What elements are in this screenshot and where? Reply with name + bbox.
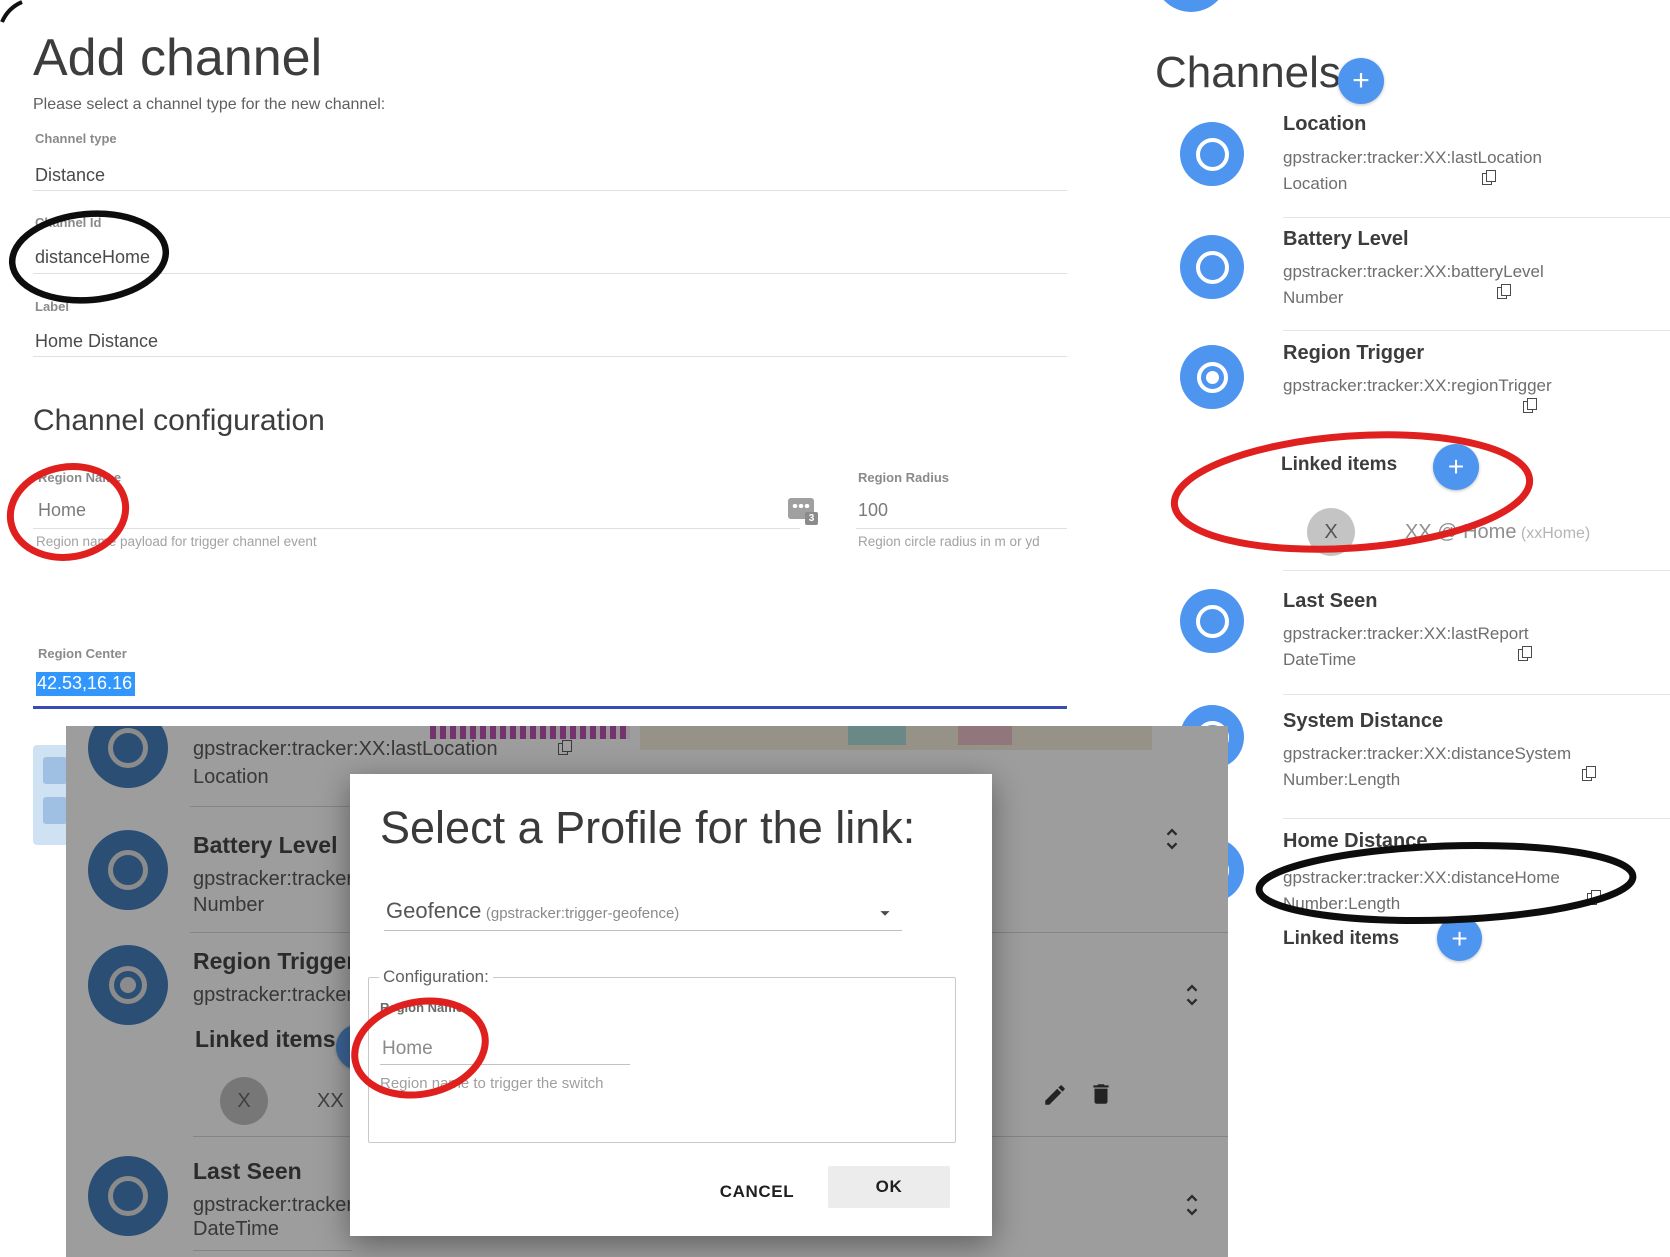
copy-icon[interactable] (1587, 890, 1600, 905)
divider (1283, 694, 1670, 695)
channels-heading: Channels (1155, 48, 1341, 98)
modal-region-name-label: Region Name (380, 1000, 463, 1015)
label-underline (33, 356, 1067, 357)
channel-uid: gpstracker:tracker:XX:distanceHome (1283, 868, 1560, 888)
add-linked-item-button[interactable]: + (1437, 916, 1482, 961)
linked-item-avatar: X (1307, 508, 1355, 556)
copy-icon[interactable] (1518, 646, 1531, 661)
dialog-title: Select a Profile for the link: (380, 802, 915, 854)
channel-configuration-heading: Channel configuration (33, 404, 325, 438)
modal-region-name-underline (380, 1064, 630, 1065)
region-name-label: Region Name (38, 470, 121, 485)
region-name-underline (33, 528, 800, 529)
profile-name: Geofence (386, 898, 481, 923)
sms-badge: 3 (805, 512, 818, 525)
channel-icon-location (1180, 122, 1244, 186)
divider (1283, 217, 1670, 218)
channel-uid: gpstracker:tracker:XX:distanceSystem (1283, 744, 1571, 764)
cancel-button[interactable]: CANCEL (702, 1172, 812, 1212)
region-center-label: Region Center (38, 646, 127, 661)
linked-item-name: XX @ Home (1405, 521, 1516, 543)
copy-icon[interactable] (1482, 170, 1495, 185)
channel-uid: gpstracker:tracker:XX:batteryLevel (1283, 262, 1544, 282)
ring-icon (1196, 138, 1229, 171)
channel-title[interactable]: Battery Level (1283, 228, 1409, 251)
channel-uid: gpstracker:tracker:XX:regionTrigger (1283, 376, 1552, 396)
chevron-down-icon[interactable] (874, 902, 896, 924)
region-radius-label: Region Radius (858, 470, 949, 485)
channel-icon-battery (1180, 235, 1244, 299)
linked-item[interactable]: XX @ Home (xxHome) (1405, 521, 1590, 544)
profile-select-underline (384, 930, 902, 931)
channel-type-label: Channel type (35, 131, 117, 146)
autofill-sms-icon[interactable]: 3 (788, 498, 814, 519)
copy-icon[interactable] (1523, 398, 1536, 413)
region-radius-hint: Region circle radius in m or yd (858, 534, 1040, 549)
channel-uid: gpstracker:tracker:XX:lastReport (1283, 624, 1529, 644)
ok-button[interactable]: OK (828, 1166, 950, 1208)
modal-region-name-field[interactable]: Home (382, 1038, 433, 1060)
divider (1283, 818, 1670, 819)
sms-dots-icon (792, 504, 810, 508)
channel-type-field[interactable]: Distance (35, 165, 105, 186)
configuration-fieldset: Configuration: (368, 967, 956, 1143)
channel-title[interactable]: Home Distance (1283, 830, 1428, 853)
page-title: Add channel (33, 28, 322, 88)
page-subtitle: Please select a channel type for the new… (33, 96, 385, 114)
region-center-focus-underline (33, 706, 1067, 709)
copy-icon[interactable] (1497, 284, 1510, 299)
channel-uid: gpstracker:tracker:XX:lastLocation (1283, 148, 1542, 168)
channel-title[interactable]: Location (1283, 113, 1366, 136)
channel-title[interactable]: Region Trigger (1283, 342, 1424, 365)
channel-icon-last-seen (1180, 589, 1244, 653)
radio-dot-icon (1197, 362, 1228, 393)
add-channel-form: Add channel Please select a channel type… (0, 0, 1670, 21)
channel-icon-region-trigger (1180, 345, 1244, 409)
channel-type: Number:Length (1283, 770, 1400, 790)
channel-id-underline (33, 273, 1067, 274)
divider (1283, 330, 1670, 331)
channel-title[interactable]: System Distance (1283, 710, 1443, 733)
copy-icon[interactable] (1582, 766, 1595, 781)
label-field[interactable]: Home Distance (35, 331, 158, 352)
modal-region-name-hint: Region name to trigger the switch (380, 1075, 603, 1092)
channel-type: DateTime (1283, 650, 1356, 670)
region-center-field[interactable]: 42.53,16.16 (36, 672, 135, 696)
add-linked-item-button[interactable]: + (1433, 444, 1479, 490)
add-channel-button[interactable]: + (1338, 58, 1384, 104)
profile-uid: (gpstracker:trigger-geofence) (486, 905, 679, 922)
label-label: Label (35, 299, 69, 314)
profile-dialog: Select a Profile for the link: Geofence … (350, 774, 992, 1236)
divider (1283, 570, 1670, 571)
screen: Add channel Please select a channel type… (0, 0, 1670, 1257)
channel-type: Number (1283, 288, 1343, 308)
channel-type: Number:Length (1283, 894, 1400, 914)
region-radius-field[interactable]: 100 (858, 500, 888, 521)
fragment-key-icon (43, 797, 67, 824)
profile-select[interactable]: Geofence (gpstracker:trigger-geofence) (386, 898, 679, 924)
linked-items-label: Linked items (1281, 454, 1397, 476)
channel-id-field[interactable]: distanceHome (35, 247, 150, 268)
ring-icon (1196, 605, 1229, 638)
region-radius-underline (856, 528, 1067, 529)
ring-icon (1196, 251, 1229, 284)
channel-id-label: Channel Id (35, 215, 101, 230)
channel-title[interactable]: Last Seen (1283, 590, 1377, 613)
configuration-legend: Configuration: (379, 967, 493, 987)
fragment-key-icon (43, 757, 67, 784)
linked-item-suffix: (xxHome) (1521, 525, 1590, 542)
channel-type: Location (1283, 174, 1347, 194)
channel-type-underline (33, 190, 1067, 191)
region-name-field[interactable]: Home (38, 500, 86, 521)
linked-items-label: Linked items (1283, 928, 1399, 950)
region-name-hint: Region name payload for trigger channel … (36, 534, 317, 549)
cropped-widget-fragment (33, 745, 68, 845)
